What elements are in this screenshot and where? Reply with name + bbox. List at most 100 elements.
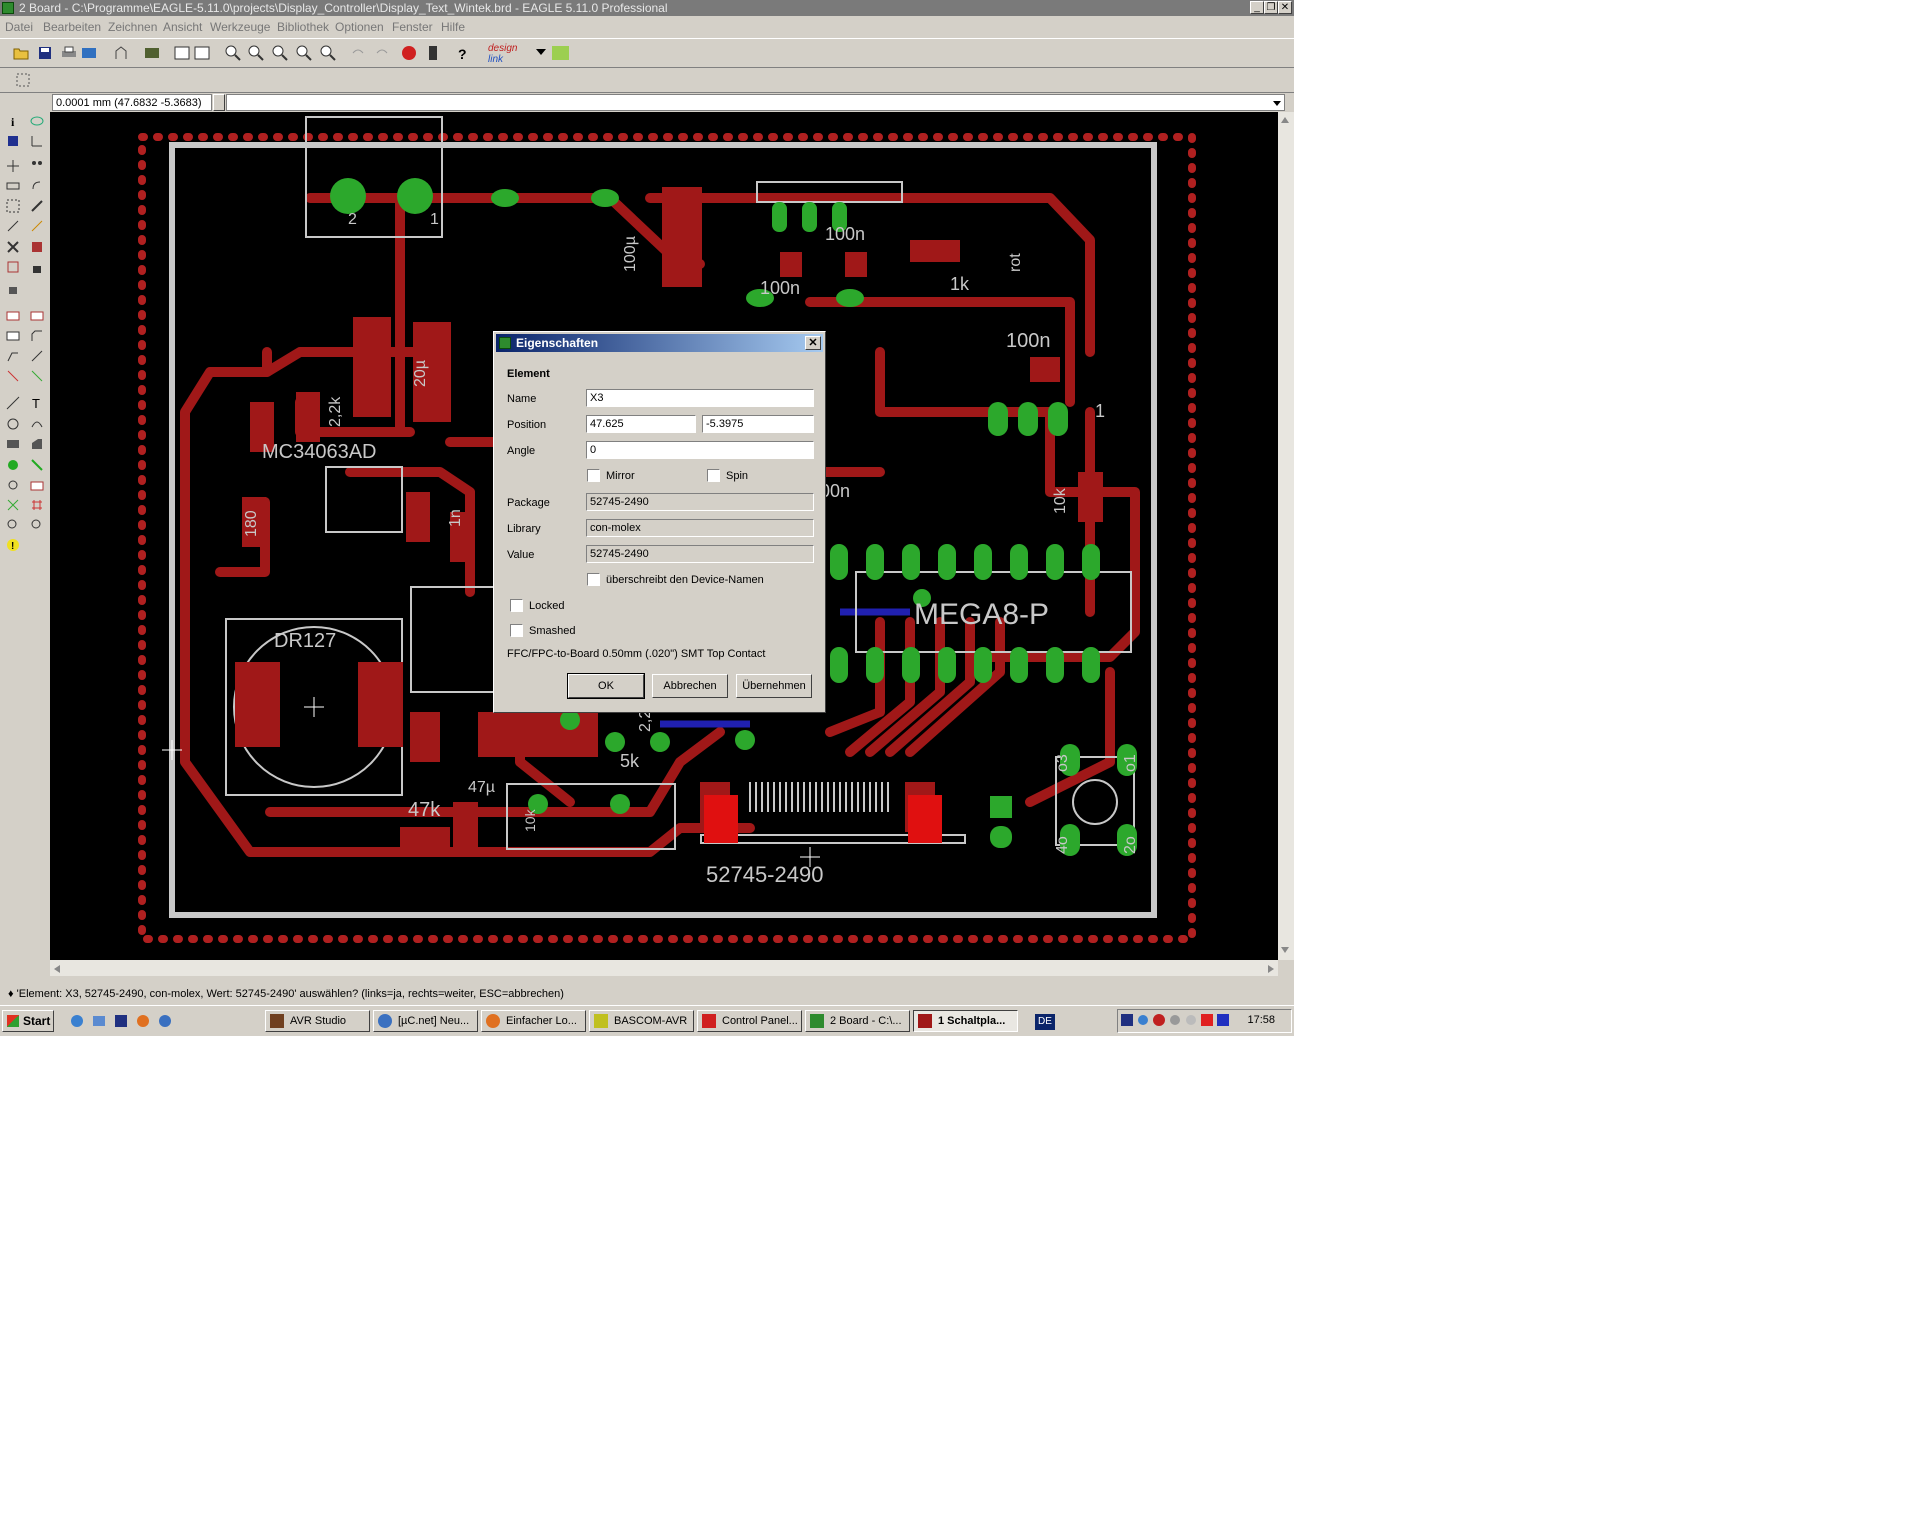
miter-icon[interactable]: [28, 327, 46, 345]
start-button[interactable]: Start: [2, 1010, 54, 1032]
move-icon[interactable]: [4, 157, 22, 175]
menu-hilfe[interactable]: Hilfe: [441, 20, 465, 34]
apply-button[interactable]: Übernehmen: [736, 674, 812, 698]
scroll-up-icon[interactable]: [1280, 114, 1290, 128]
mirror-checkbox[interactable]: [587, 469, 600, 482]
redraw-icon[interactable]: [271, 44, 289, 62]
coordinate-menu-button[interactable]: [213, 94, 225, 111]
text-icon[interactable]: T: [28, 394, 46, 412]
restore-button[interactable]: ❐: [1264, 1, 1278, 14]
hole-icon[interactable]: [4, 476, 22, 494]
zoom-out-icon[interactable]: [247, 44, 265, 62]
display-icon[interactable]: [4, 132, 22, 150]
paste-icon[interactable]: [4, 217, 22, 235]
scroll-down-icon[interactable]: [1280, 944, 1290, 958]
tray-media-icon[interactable]: [1216, 1013, 1230, 1027]
task-control-panel[interactable]: Control Panel...: [697, 1010, 802, 1032]
help-icon[interactable]: ?: [453, 44, 471, 62]
redo-icon[interactable]: [373, 44, 391, 62]
horizontal-scrollbar[interactable]: [50, 960, 1278, 976]
arc-icon[interactable]: [28, 415, 46, 433]
menu-optionen[interactable]: Optionen: [335, 20, 384, 34]
zoom-select-icon[interactable]: [295, 44, 313, 62]
clock[interactable]: 17:58: [1247, 1014, 1275, 1026]
rotate-icon[interactable]: [28, 177, 46, 195]
cam-icon[interactable]: [80, 44, 98, 62]
window-titlebar[interactable]: 2 Board - C:\Programme\EAGLE-5.11.0\proj…: [0, 0, 1294, 16]
position-y-field[interactable]: -5.3975: [702, 415, 814, 433]
open-icon[interactable]: [12, 44, 30, 62]
menu-fenster[interactable]: Fenster: [392, 20, 433, 34]
tray-save-icon[interactable]: [1120, 1013, 1134, 1027]
design-link-logo[interactable]: design link: [488, 43, 517, 65]
task-eagle-board[interactable]: 2 Board - C:\...: [805, 1010, 910, 1032]
cancel-button[interactable]: Abbrechen: [652, 674, 728, 698]
replace-icon[interactable]: [4, 258, 22, 276]
menu-datei[interactable]: Datei: [5, 20, 33, 34]
show-icon[interactable]: [28, 112, 46, 130]
auto-icon[interactable]: [28, 496, 46, 514]
save-icon[interactable]: [36, 44, 54, 62]
rect-icon[interactable]: [4, 435, 22, 453]
lock-icon[interactable]: [28, 258, 46, 276]
menu-werkzeuge[interactable]: Werkzeuge: [210, 20, 270, 34]
ratsnest-icon[interactable]: [4, 496, 22, 514]
attribute-icon[interactable]: [28, 476, 46, 494]
task-firefox[interactable]: Einfacher Lo...: [481, 1010, 586, 1032]
spin-checkbox[interactable]: [707, 469, 720, 482]
quicklaunch-desktop-icon[interactable]: [90, 1012, 108, 1030]
mark-icon[interactable]: [28, 132, 46, 150]
menu-bearbeiten[interactable]: Bearbeiten: [43, 20, 101, 34]
scroll-right-icon[interactable]: [1266, 963, 1276, 977]
dropdown-arrow-icon[interactable]: [532, 44, 550, 62]
quicklaunch-save-icon[interactable]: [112, 1012, 130, 1030]
override-name-checkbox[interactable]: [587, 573, 600, 586]
ulp-icon[interactable]: [173, 44, 191, 62]
pcb-quote-icon[interactable]: [551, 44, 569, 62]
script-icon[interactable]: [143, 44, 161, 62]
task-mikrocontroller[interactable]: [µC.net] Neu...: [373, 1010, 478, 1032]
zoom-area-icon[interactable]: [319, 44, 337, 62]
padlock-icon[interactable]: [4, 279, 22, 297]
route-icon[interactable]: [4, 367, 22, 385]
add-icon[interactable]: [28, 238, 46, 256]
grid-icon[interactable]: [14, 71, 32, 89]
command-line-input[interactable]: [226, 94, 1285, 111]
minimize-button[interactable]: _: [1250, 1, 1264, 14]
menu-zeichnen[interactable]: Zeichnen: [108, 20, 157, 34]
task-avr-studio[interactable]: AVR Studio: [265, 1010, 370, 1032]
via-icon[interactable]: [4, 456, 22, 474]
language-indicator[interactable]: DE: [1035, 1014, 1055, 1030]
angle-field[interactable]: 0: [586, 441, 814, 459]
zoom-fit-icon[interactable]: [193, 44, 211, 62]
tray-antivirus-icon[interactable]: [1152, 1013, 1166, 1027]
value-field[interactable]: 52745-2490: [586, 545, 814, 563]
circle-icon[interactable]: [4, 415, 22, 433]
tray-power-icon[interactable]: [1200, 1013, 1214, 1027]
wire-icon[interactable]: [4, 394, 22, 412]
smash-icon[interactable]: [4, 327, 22, 345]
menu-bibliothek[interactable]: Bibliothek: [277, 20, 329, 34]
tray-network-icon[interactable]: [1136, 1013, 1150, 1027]
undo-icon[interactable]: [349, 44, 367, 62]
ripup-icon[interactable]: [28, 367, 46, 385]
ok-button[interactable]: OK: [567, 673, 645, 699]
change-icon[interactable]: [28, 197, 46, 215]
vertical-scrollbar[interactable]: [1278, 112, 1294, 960]
stop-icon[interactable]: [400, 44, 418, 62]
position-x-field[interactable]: 47.625: [586, 415, 696, 433]
optimize-icon[interactable]: [28, 347, 46, 365]
mirror-icon[interactable]: [4, 177, 22, 195]
group-icon[interactable]: [4, 197, 22, 215]
errors-icon[interactable]: !: [4, 536, 22, 554]
task-eagle-schematic[interactable]: 1 Schaltpla...: [913, 1010, 1018, 1032]
go-icon[interactable]: [424, 44, 442, 62]
chevron-down-icon[interactable]: [1272, 97, 1282, 111]
tray-volume-icon[interactable]: [1168, 1013, 1182, 1027]
dialog-close-icon[interactable]: ✕: [805, 336, 821, 350]
signal-icon[interactable]: [28, 456, 46, 474]
polygon-icon[interactable]: [28, 435, 46, 453]
quicklaunch-firefox-icon[interactable]: [134, 1012, 152, 1030]
tray-update-icon[interactable]: [1184, 1013, 1198, 1027]
name-icon[interactable]: [4, 307, 22, 325]
